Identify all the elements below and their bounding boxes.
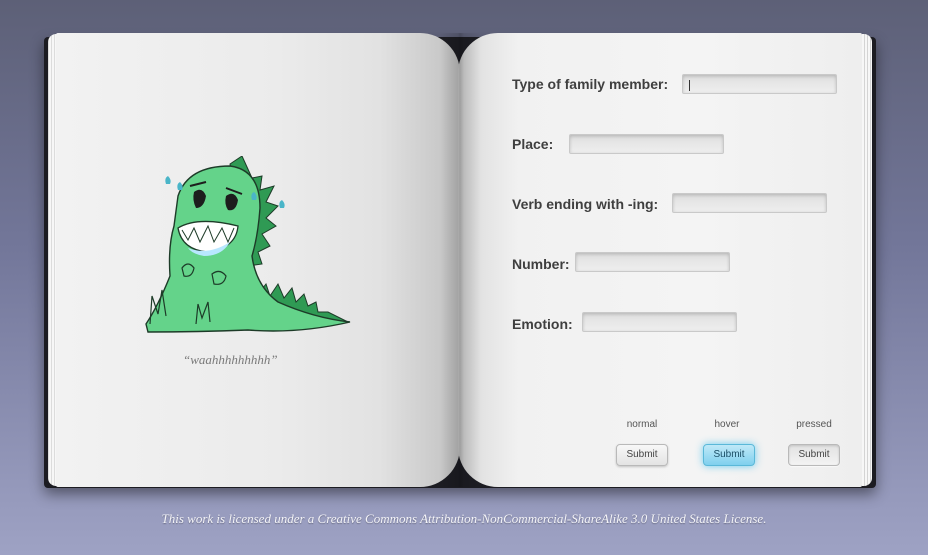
hover-state-label: hover — [714, 419, 740, 430]
submit-button-hover[interactable]: Submit — [703, 444, 755, 466]
text-cursor — [689, 80, 690, 91]
family-member-label: Type of family member: — [512, 76, 669, 92]
place-label: Place: — [512, 136, 554, 152]
page-stack-right — [862, 34, 872, 486]
number-input[interactable] — [575, 252, 730, 272]
verb-ing-label: Verb ending with -ing: — [512, 196, 659, 212]
family-member-input[interactable] — [682, 74, 837, 94]
submit-button-pressed[interactable]: Submit — [788, 444, 840, 466]
normal-state-label: normal — [626, 419, 658, 430]
emotion-label: Emotion: — [512, 316, 573, 332]
submit-button-normal[interactable]: Submit — [616, 444, 668, 466]
pressed-state-label: pressed — [796, 419, 832, 430]
license-notice: This work is licensed under a Creative C… — [161, 511, 767, 526]
illustration-caption: “waahhhhhhhhh” — [183, 352, 278, 367]
emotion-input[interactable] — [582, 312, 737, 332]
verb-ing-input[interactable] — [672, 193, 827, 213]
crying-dinosaur-illustration — [145, 156, 351, 333]
number-label: Number: — [512, 256, 570, 272]
place-input[interactable] — [569, 134, 724, 154]
